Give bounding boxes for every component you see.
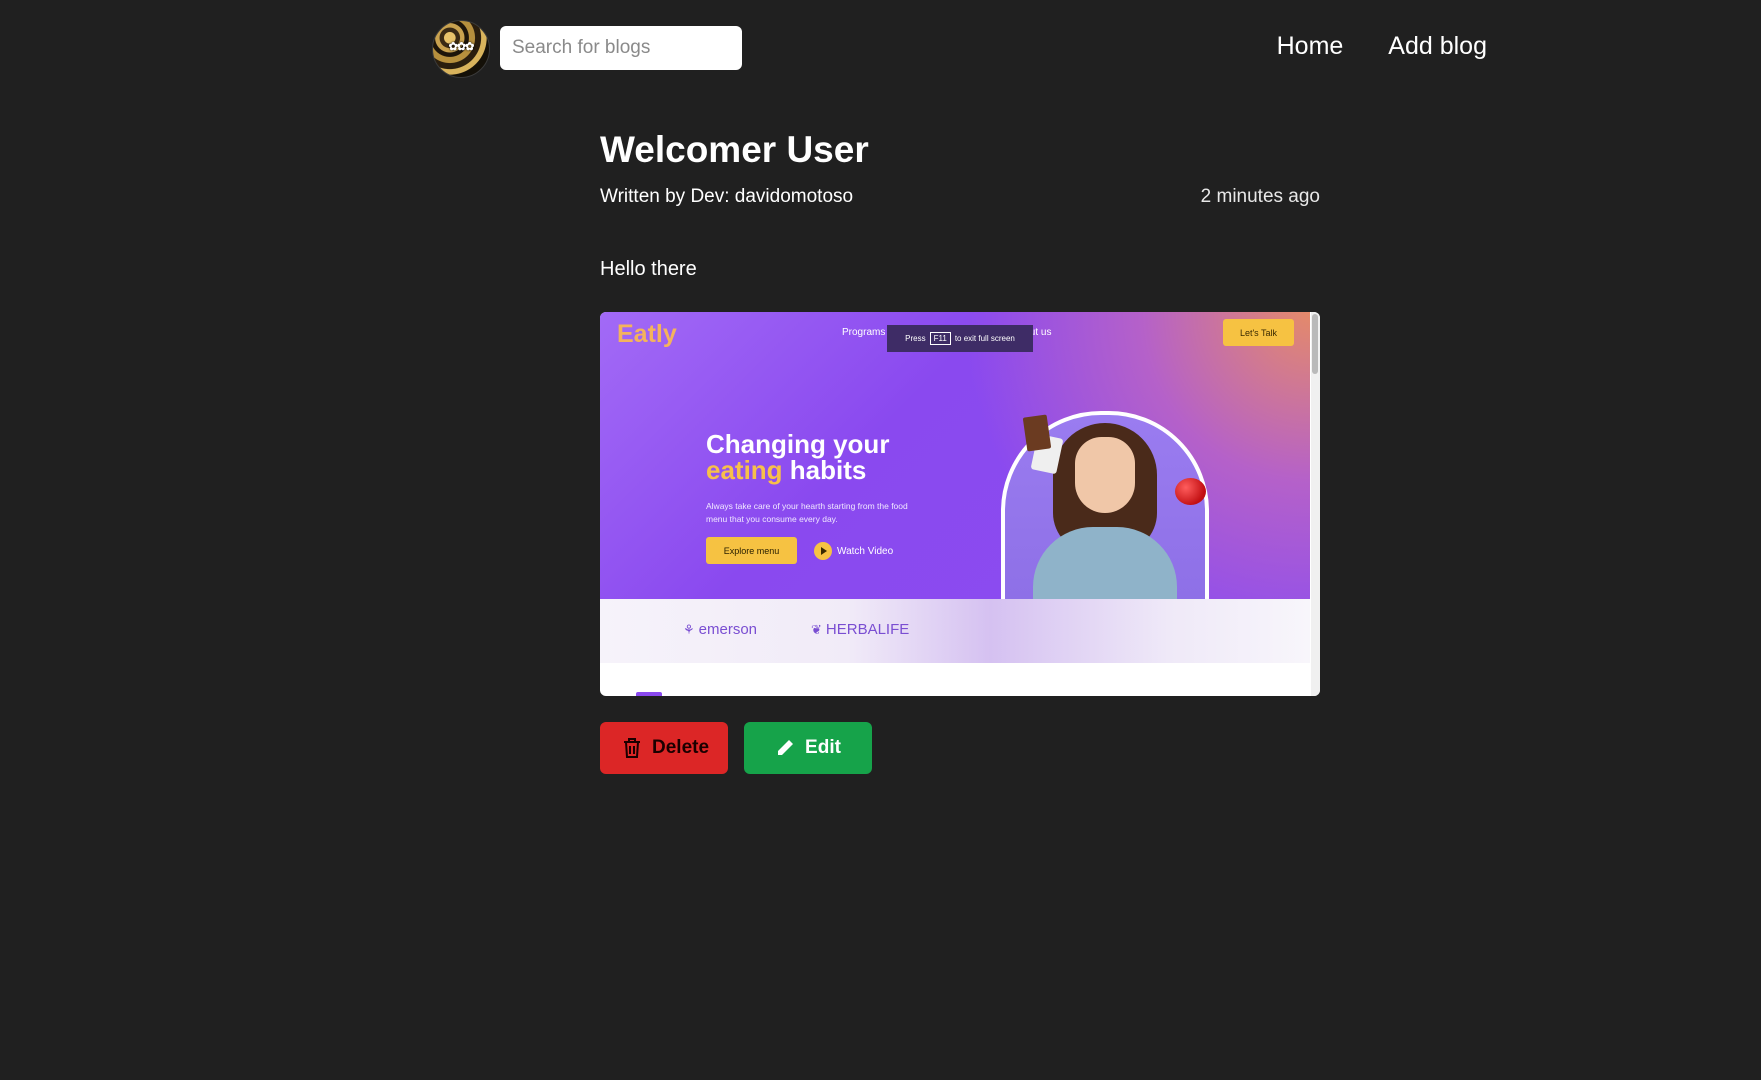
embedded-watch-video: Watch Video xyxy=(814,542,893,560)
partner-name: emerson xyxy=(698,621,758,638)
headline-line2: eating habits xyxy=(706,457,889,483)
partner-herbalife: ❦ HERBALIFE xyxy=(811,621,909,638)
watch-video-label: Watch Video xyxy=(837,545,894,557)
embedded-headline: Changing your eating habits xyxy=(706,431,889,483)
partner-strip: ⚘ emerson ❦ HERBALIFE xyxy=(600,599,1310,663)
trash-icon xyxy=(622,737,642,759)
leaf-icon: ⚘ xyxy=(683,621,695,637)
fullscreen-notice-suffix: to exit full screen xyxy=(954,334,1015,343)
embedded-brand: Eatly xyxy=(617,320,677,348)
embedded-cta-button: Let's Talk xyxy=(1223,319,1294,346)
site-logo[interactable]: ✿✿✿ xyxy=(432,20,490,78)
partner-name: HERBALIFE xyxy=(825,621,910,638)
post-title: Welcomer User xyxy=(600,129,869,170)
post-author: Written by Dev: davidomotoso xyxy=(600,186,854,207)
embedded-explore-button: Explore menu xyxy=(706,537,797,564)
blog-article: Welcomer User Written by Dev: davidomoto… xyxy=(600,126,1320,281)
partner-emerson: ⚘ emerson xyxy=(683,621,757,638)
chocolate-bar xyxy=(1022,414,1052,452)
fullscreen-notice-prefix: Press xyxy=(905,334,926,343)
edit-button[interactable]: Edit xyxy=(744,722,872,774)
logo-text: ✿✿✿ xyxy=(448,41,475,53)
search-input[interactable] xyxy=(500,26,742,70)
play-icon xyxy=(814,542,832,560)
headline-accent: eating xyxy=(706,455,783,485)
headline-rest: habits xyxy=(782,455,867,485)
leaf-icon: ❦ xyxy=(811,621,822,637)
apple-icon xyxy=(1175,478,1206,505)
post-body: Hello there xyxy=(600,258,697,280)
post-actions: Delete Edit xyxy=(600,722,872,774)
delete-button[interactable]: Delete xyxy=(600,722,728,774)
edit-label: Edit xyxy=(805,737,841,758)
post-meta: Written by Dev: davidomotoso 2 minutes a… xyxy=(600,186,1320,208)
embedded-chip xyxy=(636,692,662,696)
post-image: Eatly Programs About us Press F11 to exi… xyxy=(600,312,1320,696)
fullscreen-notice: Press F11 to exit full screen xyxy=(887,325,1033,352)
nav-links: Home Add blog xyxy=(1277,32,1487,61)
pencil-icon xyxy=(775,738,795,758)
f11-key: F11 xyxy=(929,332,951,345)
embedded-menu-programs: Programs xyxy=(842,327,886,338)
embedded-hero: Eatly Programs About us Press F11 to exi… xyxy=(600,312,1310,619)
embedded-description: Always take care of your hearth starting… xyxy=(706,501,908,524)
delete-label: Delete xyxy=(652,737,710,758)
nav-link-add-blog[interactable]: Add blog xyxy=(1388,32,1487,61)
post-timestamp: 2 minutes ago xyxy=(1200,186,1320,207)
embedded-scroll-thumb xyxy=(1312,314,1318,374)
top-navbar: ✿✿✿ Home Add blog xyxy=(0,0,1761,100)
nav-link-home[interactable]: Home xyxy=(1277,32,1344,61)
headline-line1: Changing your xyxy=(706,429,890,459)
portrait-face xyxy=(1075,437,1135,513)
